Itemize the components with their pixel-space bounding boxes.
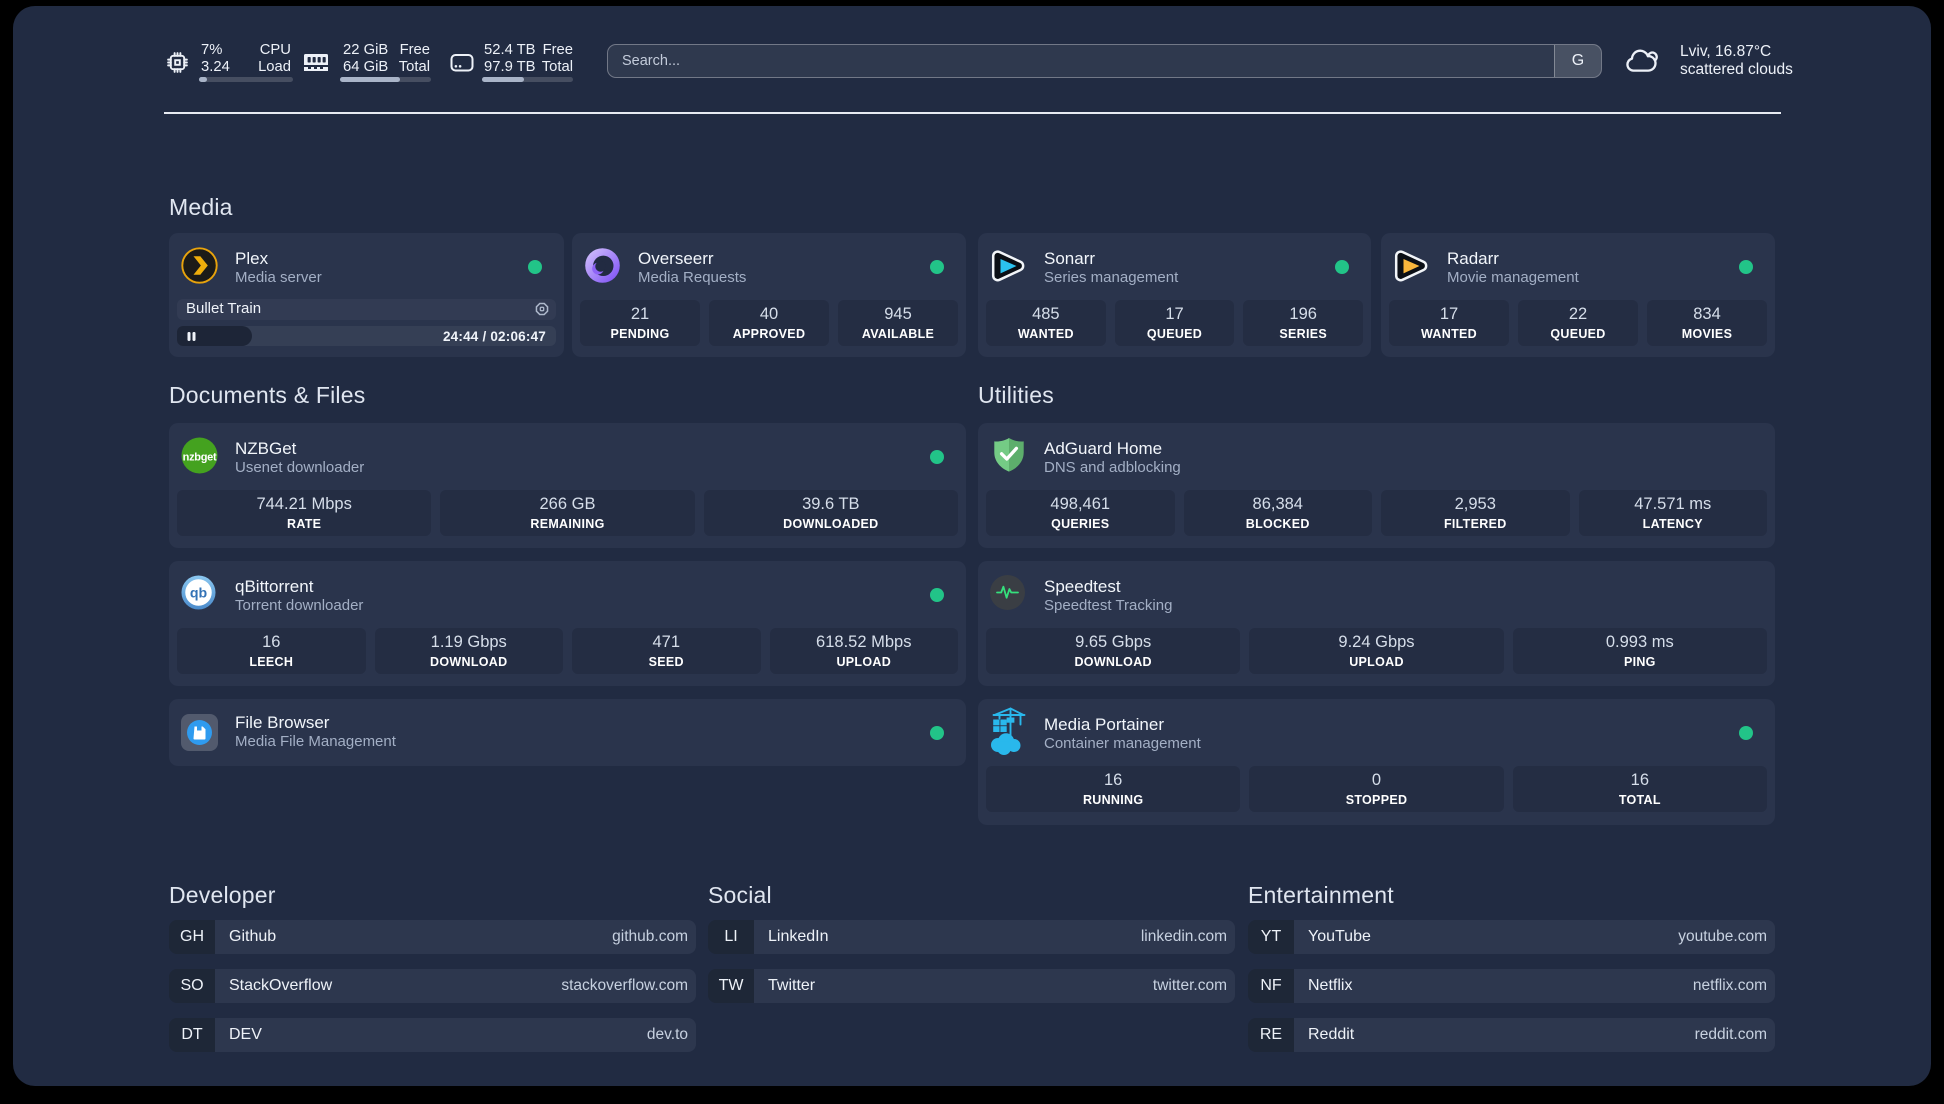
svg-text:qb: qb [190, 586, 208, 602]
svg-text:nzbget: nzbget [183, 452, 217, 464]
